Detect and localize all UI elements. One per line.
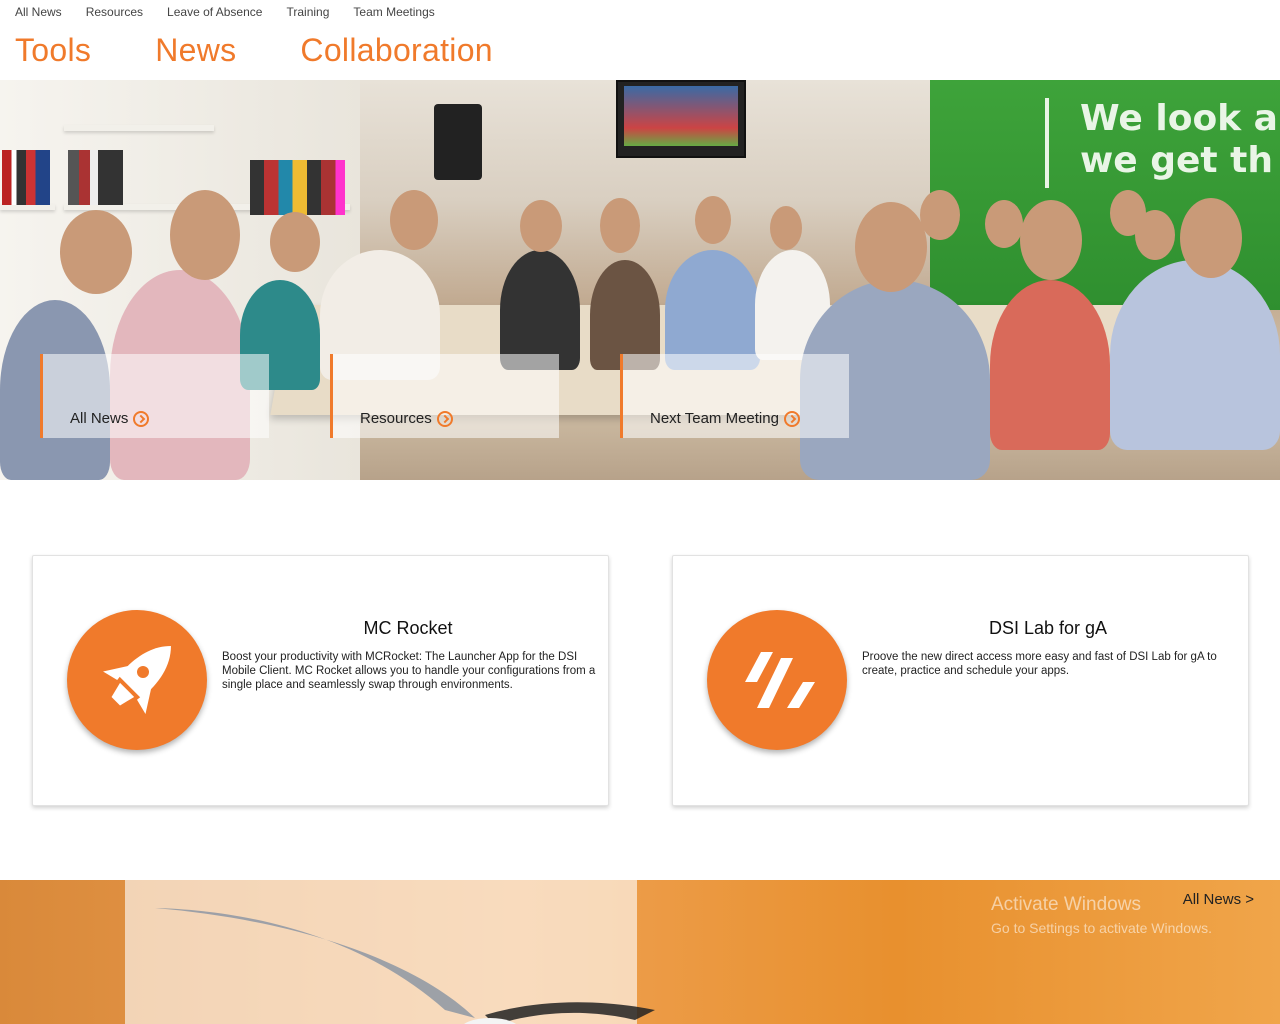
wall-speaker <box>434 104 482 180</box>
top-link-resources[interactable]: Resources <box>86 5 143 19</box>
top-link-leave-of-absence[interactable]: Leave of Absence <box>167 5 262 19</box>
tile-title: DSI Lab for gA <box>988 618 1108 638</box>
chevron-right-circle-icon <box>436 410 453 427</box>
all-news-link[interactable]: All News > <box>1183 891 1254 908</box>
seagull-image <box>155 908 655 1024</box>
tile-description: Proove the new direct access more easy a… <box>862 651 1217 677</box>
main-nav: Tools News Collaboration <box>15 32 557 69</box>
chevron-right-circle-icon <box>783 410 800 427</box>
tile-dsi-lab[interactable]: DSI Lab for gA Proove the new direct acc… <box>672 555 1249 806</box>
hero-card-resources[interactable]: Resources <box>330 354 559 438</box>
hero-card-label: All News <box>70 410 129 427</box>
news-banner: Activate Windows Go to Settings to activ… <box>0 880 1280 1024</box>
rocket-icon <box>67 610 207 750</box>
top-links: All News Resources Leave of Absence Trai… <box>15 5 459 19</box>
tile-description: Boost your productivity with MCRocket: T… <box>222 651 596 691</box>
nav-news[interactable]: News <box>155 32 236 69</box>
chevron-right-circle-icon <box>133 410 150 427</box>
top-link-team-meetings[interactable]: Team Meetings <box>353 5 434 19</box>
slash-logo-icon <box>707 610 847 750</box>
hero-card-label: Next Team Meeting <box>650 410 779 427</box>
tile-title: MC Rocket <box>363 618 453 638</box>
hero-card-label: Resources <box>360 410 432 427</box>
nav-collaboration[interactable]: Collaboration <box>300 32 492 69</box>
wall-tv <box>616 80 746 158</box>
hero-banner: We look a we get th All News Resources N… <box>0 80 1280 480</box>
activate-windows-watermark: Activate Windows Go to Settings to activ… <box>991 894 1212 936</box>
hero-card-next-team-meeting[interactable]: Next Team Meeting <box>620 354 849 438</box>
top-link-all-news[interactable]: All News <box>15 5 62 19</box>
tile-mc-rocket[interactable]: MC Rocket Boost your productivity with M… <box>32 555 609 806</box>
hero-card-all-news[interactable]: All News <box>40 354 269 438</box>
top-link-training[interactable]: Training <box>286 5 329 19</box>
nav-tools[interactable]: Tools <box>15 32 91 69</box>
